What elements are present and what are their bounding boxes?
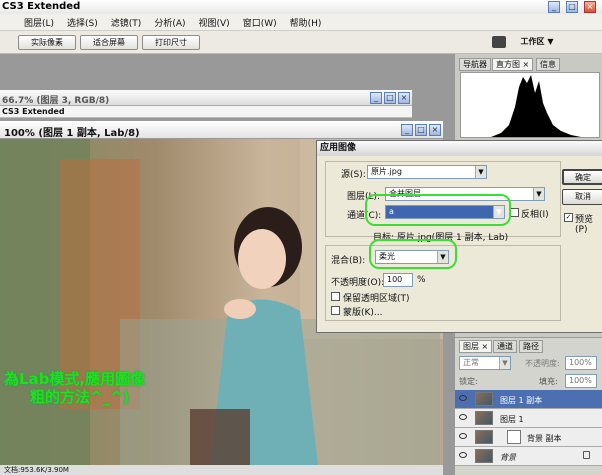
- layer-thumbnail: [475, 449, 493, 463]
- eye-icon[interactable]: [459, 433, 467, 439]
- chevron-down-icon: ▼: [475, 166, 486, 178]
- annotation-line-2: 粗的方法^_^): [30, 388, 130, 406]
- preview-checkbox[interactable]: ✓: [564, 213, 573, 222]
- lock-icon: [583, 451, 590, 459]
- dialog-title: 应用图像: [317, 141, 602, 156]
- mask-checkbox[interactable]: [331, 306, 340, 315]
- preserve-transparency-checkbox[interactable]: [331, 292, 340, 301]
- menu-view[interactable]: 视图(V): [199, 16, 230, 29]
- app-title-bar: CS3 Extended _ □ ×: [0, 0, 602, 14]
- fit-screen-button[interactable]: 适合屏幕: [80, 35, 138, 50]
- actual-pixels-button[interactable]: 实际像素: [18, 35, 76, 50]
- menu-layer[interactable]: 图层(L): [24, 16, 54, 29]
- doc-window-mid: CS3 Extended: [0, 106, 412, 118]
- histogram: [460, 72, 600, 138]
- opacity-unit: %: [417, 275, 426, 285]
- layer-thumbnail: [475, 411, 493, 425]
- tab-info[interactable]: 信息: [536, 58, 560, 71]
- layer-name: 图层 1 副本: [500, 396, 543, 405]
- app-title: CS3 Extended: [2, 1, 81, 12]
- minimize-button[interactable]: _: [548, 1, 560, 13]
- layer-name: 图层 1: [500, 415, 524, 424]
- maximize-button[interactable]: □: [566, 1, 578, 13]
- menu-help[interactable]: 帮助(H): [290, 16, 322, 29]
- doc-window-back[interactable]: 66.7% (图层 3, RGB/8) _ □ ×: [0, 90, 412, 106]
- print-size-button[interactable]: 打印尺寸: [142, 35, 200, 50]
- layer-row[interactable]: 图层 1: [455, 409, 602, 428]
- highlight-blend: [369, 239, 457, 269]
- menu-analysis[interactable]: 分析(A): [154, 16, 185, 29]
- tab-channels[interactable]: 通道: [493, 340, 517, 353]
- preserve-transparency-label: 保留透明区域(T): [343, 294, 410, 304]
- layer-row[interactable]: 背景: [455, 447, 602, 466]
- camera-icon[interactable]: [492, 36, 506, 48]
- fill-input[interactable]: 100%: [565, 374, 597, 388]
- blend-mode-value: 正常: [463, 358, 479, 367]
- ok-button[interactable]: 确定: [562, 169, 602, 185]
- highlight-channel: [365, 194, 511, 226]
- menu-window[interactable]: 窗口(W): [243, 16, 277, 29]
- opacity-input[interactable]: 100: [383, 273, 413, 287]
- eye-icon[interactable]: [459, 414, 467, 420]
- workspace-button[interactable]: 工作区 ▼: [512, 35, 562, 50]
- apply-image-dialog: 应用图像 源(S): 原片.jpg ▼ 图层(L): 合并图层 ▼ 通道(C): a…: [316, 140, 602, 333]
- close-button[interactable]: ×: [584, 1, 596, 13]
- blend-label: 混合(B):: [331, 256, 366, 266]
- layer-thumbnail: [475, 430, 493, 444]
- doc-front-close[interactable]: ×: [429, 124, 441, 136]
- source-label: 源(S):: [341, 170, 366, 180]
- layer-row[interactable]: 图层 1 副本: [455, 390, 602, 409]
- source-select[interactable]: 原片.jpg ▼: [367, 165, 487, 179]
- menu-bar: 图层(L) 选择(S) 滤镜(T) 分析(A) 视图(V) 窗口(W) 帮助(H…: [0, 14, 602, 31]
- doc-window-front[interactable]: 100% (图层 1 副本, Lab/8) _ □ ×: [0, 121, 443, 139]
- annotation-line-1: 為Lab模式,應用圖像: [4, 370, 146, 388]
- blend-mode-select[interactable]: 正常 ▼: [459, 356, 511, 370]
- layer-opacity-input[interactable]: 100%: [565, 356, 597, 370]
- opacity-label: 不透明度(O):: [331, 278, 385, 288]
- tab-layers[interactable]: 图层 ×: [459, 340, 493, 353]
- layer-thumbnail: [475, 392, 493, 406]
- options-bar: 实际像素 适合屏幕 打印尺寸 工作区 ▼: [0, 31, 602, 54]
- layer-name: 背景 副本: [527, 434, 562, 443]
- chevron-down-icon: ▼: [499, 357, 510, 369]
- doc-front-minimize[interactable]: _: [401, 124, 413, 136]
- invert-label: 反相(I): [521, 210, 549, 220]
- menu-select[interactable]: 选择(S): [67, 16, 98, 29]
- layers-panel: 图层 × 通道 路径 正常 ▼ 不透明度: 100% 锁定: 填充: 100% 图…: [455, 337, 602, 475]
- doc-back-close[interactable]: ×: [398, 92, 410, 104]
- doc-back-minimize[interactable]: _: [370, 92, 382, 104]
- layer-name: 背景: [500, 453, 516, 462]
- eye-icon[interactable]: [459, 395, 467, 401]
- doc-back-maximize[interactable]: □: [384, 92, 396, 104]
- chevron-down-icon: ▼: [533, 188, 544, 200]
- mask-label: 蒙版(K)...: [343, 308, 383, 318]
- invert-checkbox[interactable]: [510, 208, 519, 217]
- layer-mask-thumbnail: [507, 430, 521, 444]
- tab-histogram[interactable]: 直方图 ×: [492, 58, 534, 71]
- layer-opacity-label: 不透明度:: [525, 359, 560, 368]
- tab-navigator[interactable]: 导航器: [459, 58, 491, 71]
- menu-filter[interactable]: 滤镜(T): [111, 16, 142, 29]
- status-bar: 文档:953.6K/3.90M: [0, 465, 443, 475]
- doc-mid-title: CS3 Extended: [2, 107, 65, 116]
- preview-label: 预览(P): [575, 215, 594, 235]
- doc-front-title: 100% (图层 1 副本, Lab/8): [4, 128, 140, 139]
- doc-back-title: 66.7% (图层 3, RGB/8): [2, 96, 110, 106]
- cancel-button[interactable]: 取消: [562, 189, 602, 205]
- eye-icon[interactable]: [459, 452, 467, 458]
- doc-front-maximize[interactable]: □: [415, 124, 427, 136]
- tab-paths[interactable]: 路径: [519, 340, 543, 353]
- layer-row[interactable]: 背景 副本: [455, 428, 602, 447]
- annotation-text: 為Lab模式,應用圖像 粗的方法^_^): [4, 370, 145, 406]
- source-value: 原片.jpg: [371, 167, 402, 176]
- lock-label: 锁定:: [459, 377, 478, 386]
- fill-label: 填充:: [539, 377, 558, 386]
